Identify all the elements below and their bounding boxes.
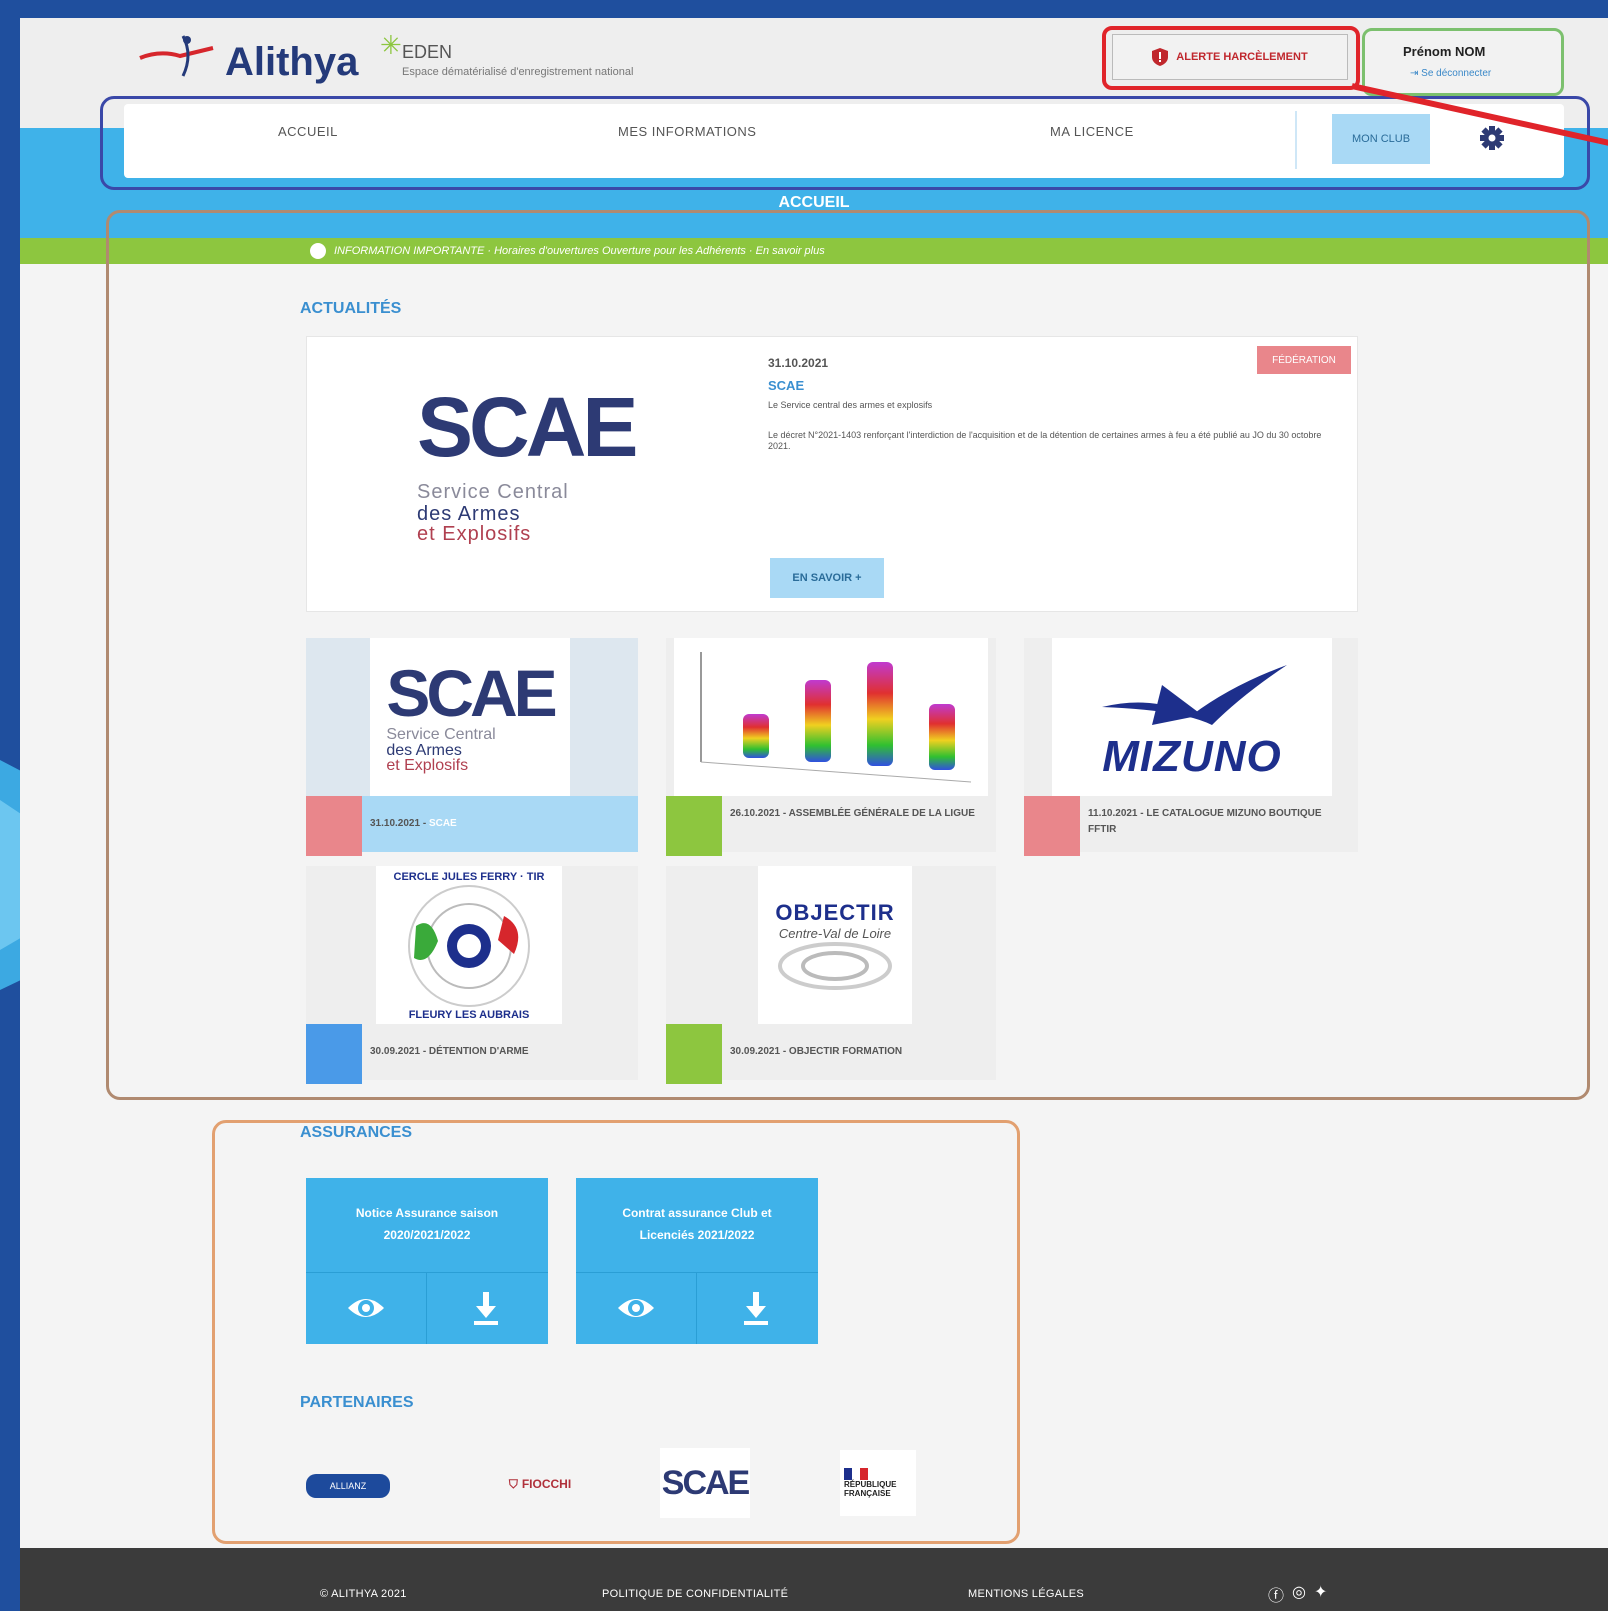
alert-harassment-button[interactable]: ALERTE HARCÈLEMENT	[1112, 34, 1348, 80]
app-name: EDEN	[402, 42, 453, 62]
footer	[20, 1548, 1608, 1611]
alert-button-label: ALERTE HARCÈLEMENT	[1176, 51, 1308, 63]
shield-icon	[1152, 48, 1169, 66]
footer-legal-link[interactable]: MENTIONS LÉGALES	[968, 1588, 1084, 1600]
social-links: ⓕ ◎ ✦	[1268, 1582, 1327, 1606]
footer-copyright: © ALITHYA 2021	[320, 1588, 407, 1600]
twitter-icon[interactable]: ✦	[1314, 1582, 1327, 1606]
archer-logo-icon	[139, 35, 214, 77]
user-name: Prénom NOM	[1403, 44, 1486, 59]
news-highlight-frame	[106, 210, 1590, 1100]
footer-copyright-label: ALITHYA 2021	[331, 1588, 407, 1600]
app-tagline: Espace dématérialisé d'enregistrement na…	[402, 66, 634, 78]
instagram-icon[interactable]: ◎	[1292, 1582, 1306, 1606]
facebook-icon[interactable]: ⓕ	[1268, 1582, 1284, 1606]
footer-privacy-link[interactable]: POLITIQUE DE CONFIDENTIALITÉ	[602, 1588, 788, 1600]
brand-star-icon: ✳	[380, 30, 402, 60]
insurance-highlight-frame	[212, 1120, 1020, 1544]
brand-logo-text: Alithya	[225, 40, 359, 84]
copyright-icon: ©	[320, 1588, 332, 1600]
app-window: Alithya ✳ EDEN Espace dématérialisé d'en…	[20, 18, 1608, 1611]
annotation-arrow	[1352, 83, 1608, 146]
